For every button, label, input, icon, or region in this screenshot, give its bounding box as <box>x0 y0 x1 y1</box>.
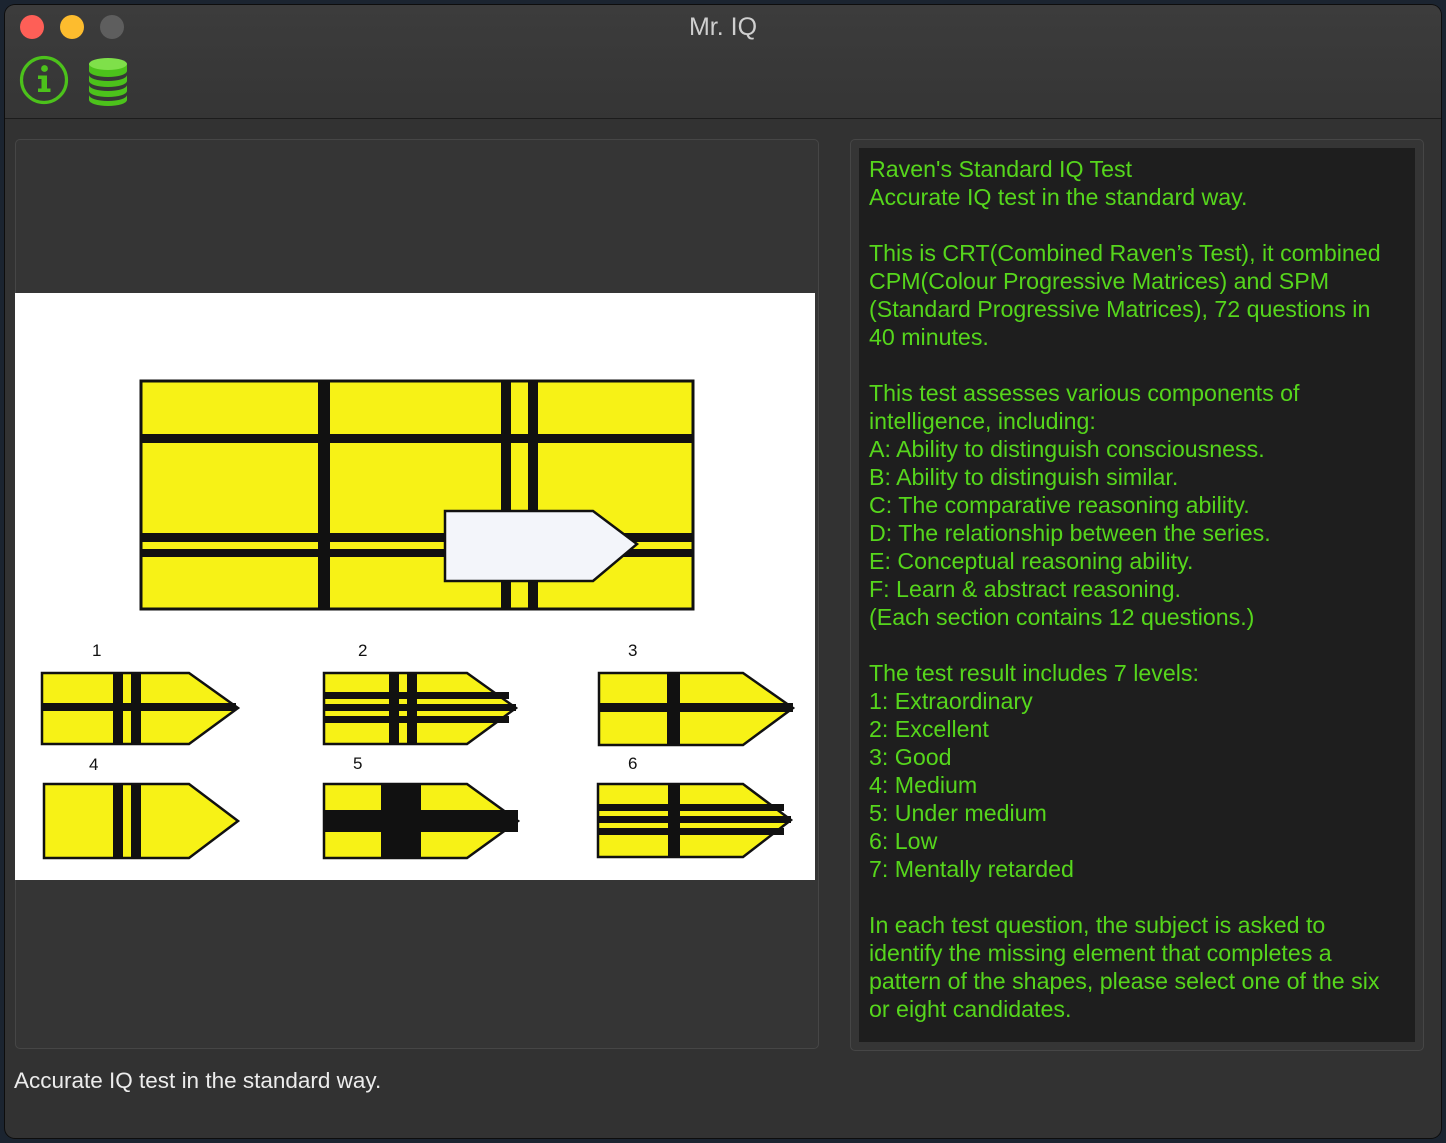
desc-paragraph-instructions: In each test question, the subject is as… <box>869 911 1405 1023</box>
desc-line: or eight candidates. <box>869 996 1072 1022</box>
desc-line: F: Learn & abstract reasoning. <box>869 576 1181 602</box>
answer-option-1[interactable]: 1 <box>40 641 241 746</box>
window-title: Mr. IQ <box>688 13 758 41</box>
desc-line: 6: Low <box>869 828 938 854</box>
option-number: 2 <box>358 641 367 660</box>
question-panel: 1 2 3 4 5 6 <box>15 139 819 1049</box>
desc-paragraph-components: This test assesses various components of… <box>869 379 1405 631</box>
info-button[interactable] <box>17 53 71 107</box>
answer-option-3[interactable]: 3 <box>597 641 796 747</box>
desc-line: A: Ability to distinguish consciousness. <box>869 436 1265 462</box>
desc-line: B: Ability to distinguish similar. <box>869 464 1179 490</box>
puzzle-image: 1 2 3 4 5 6 <box>15 293 815 880</box>
desc-line: 40 minutes. <box>869 324 989 350</box>
desc-line: 4: Medium <box>869 772 978 798</box>
database-button[interactable] <box>83 53 137 107</box>
desc-line: 2: Excellent <box>869 716 989 742</box>
option-number: 6 <box>628 754 637 773</box>
app-window: Mr. IQ 1 2 3 4 5 6 Raven's Standard IQ T… <box>5 5 1441 1138</box>
desc-paragraph-title: Raven's Standard IQ Test Accurate IQ tes… <box>869 155 1405 211</box>
desc-line: 1: Extraordinary <box>869 688 1033 714</box>
desc-line: (Standard Progressive Matrices), 72 ques… <box>869 296 1371 322</box>
desc-line: C: The comparative reasoning ability. <box>869 492 1250 518</box>
info-icon <box>19 55 69 105</box>
desc-line: 7: Mentally retarded <box>869 856 1074 882</box>
title-bar: Mr. IQ <box>5 5 1441 119</box>
puzzle-matrix <box>139 379 695 611</box>
database-icon <box>89 58 127 106</box>
status-bar-text: Accurate IQ test in the standard way. <box>14 1068 382 1093</box>
desc-paragraph-intro: This is CRT(Combined Raven’s Test), it c… <box>869 239 1405 351</box>
answer-option-5[interactable]: 5 <box>322 754 521 860</box>
desc-paragraph-levels: The test result includes 7 levels: 1: Ex… <box>869 659 1405 883</box>
description-panel: Raven's Standard IQ Test Accurate IQ tes… <box>850 139 1424 1051</box>
test-subtitle: Accurate IQ test in the standard way. <box>869 184 1248 210</box>
desc-line: This test assesses various components of <box>869 380 1300 406</box>
desc-line: 5: Under medium <box>869 800 1047 826</box>
desc-line: intelligence, including: <box>869 408 1096 434</box>
desc-line: E: Conceptual reasoning ability. <box>869 548 1194 574</box>
answer-option-6[interactable]: 6 <box>596 754 794 859</box>
test-title: Raven's Standard IQ Test <box>869 156 1133 182</box>
desc-line: D: The relationship between the series. <box>869 520 1271 546</box>
desc-line: The test result includes 7 levels: <box>869 660 1199 686</box>
option-number: 5 <box>353 754 362 773</box>
desc-line: CPM(Colour Progressive Matrices) and SPM <box>869 268 1330 294</box>
desc-line: identify the missing element that comple… <box>869 940 1332 966</box>
answer-option-2[interactable]: 2 <box>322 641 519 746</box>
desc-line: (Each section contains 12 questions.) <box>869 604 1255 630</box>
answer-option-4[interactable]: 4 <box>42 755 241 860</box>
option-number: 1 <box>92 641 101 660</box>
desc-line: This is CRT(Combined Raven’s Test), it c… <box>869 240 1381 266</box>
desc-line: 3: Good <box>869 744 952 770</box>
desc-line: In each test question, the subject is as… <box>869 912 1326 938</box>
option-number: 4 <box>89 755 98 774</box>
description-text[interactable]: Raven's Standard IQ Test Accurate IQ tes… <box>859 148 1415 1042</box>
desc-line: pattern of the shapes, please select one… <box>869 968 1380 994</box>
option-number: 3 <box>628 641 637 660</box>
